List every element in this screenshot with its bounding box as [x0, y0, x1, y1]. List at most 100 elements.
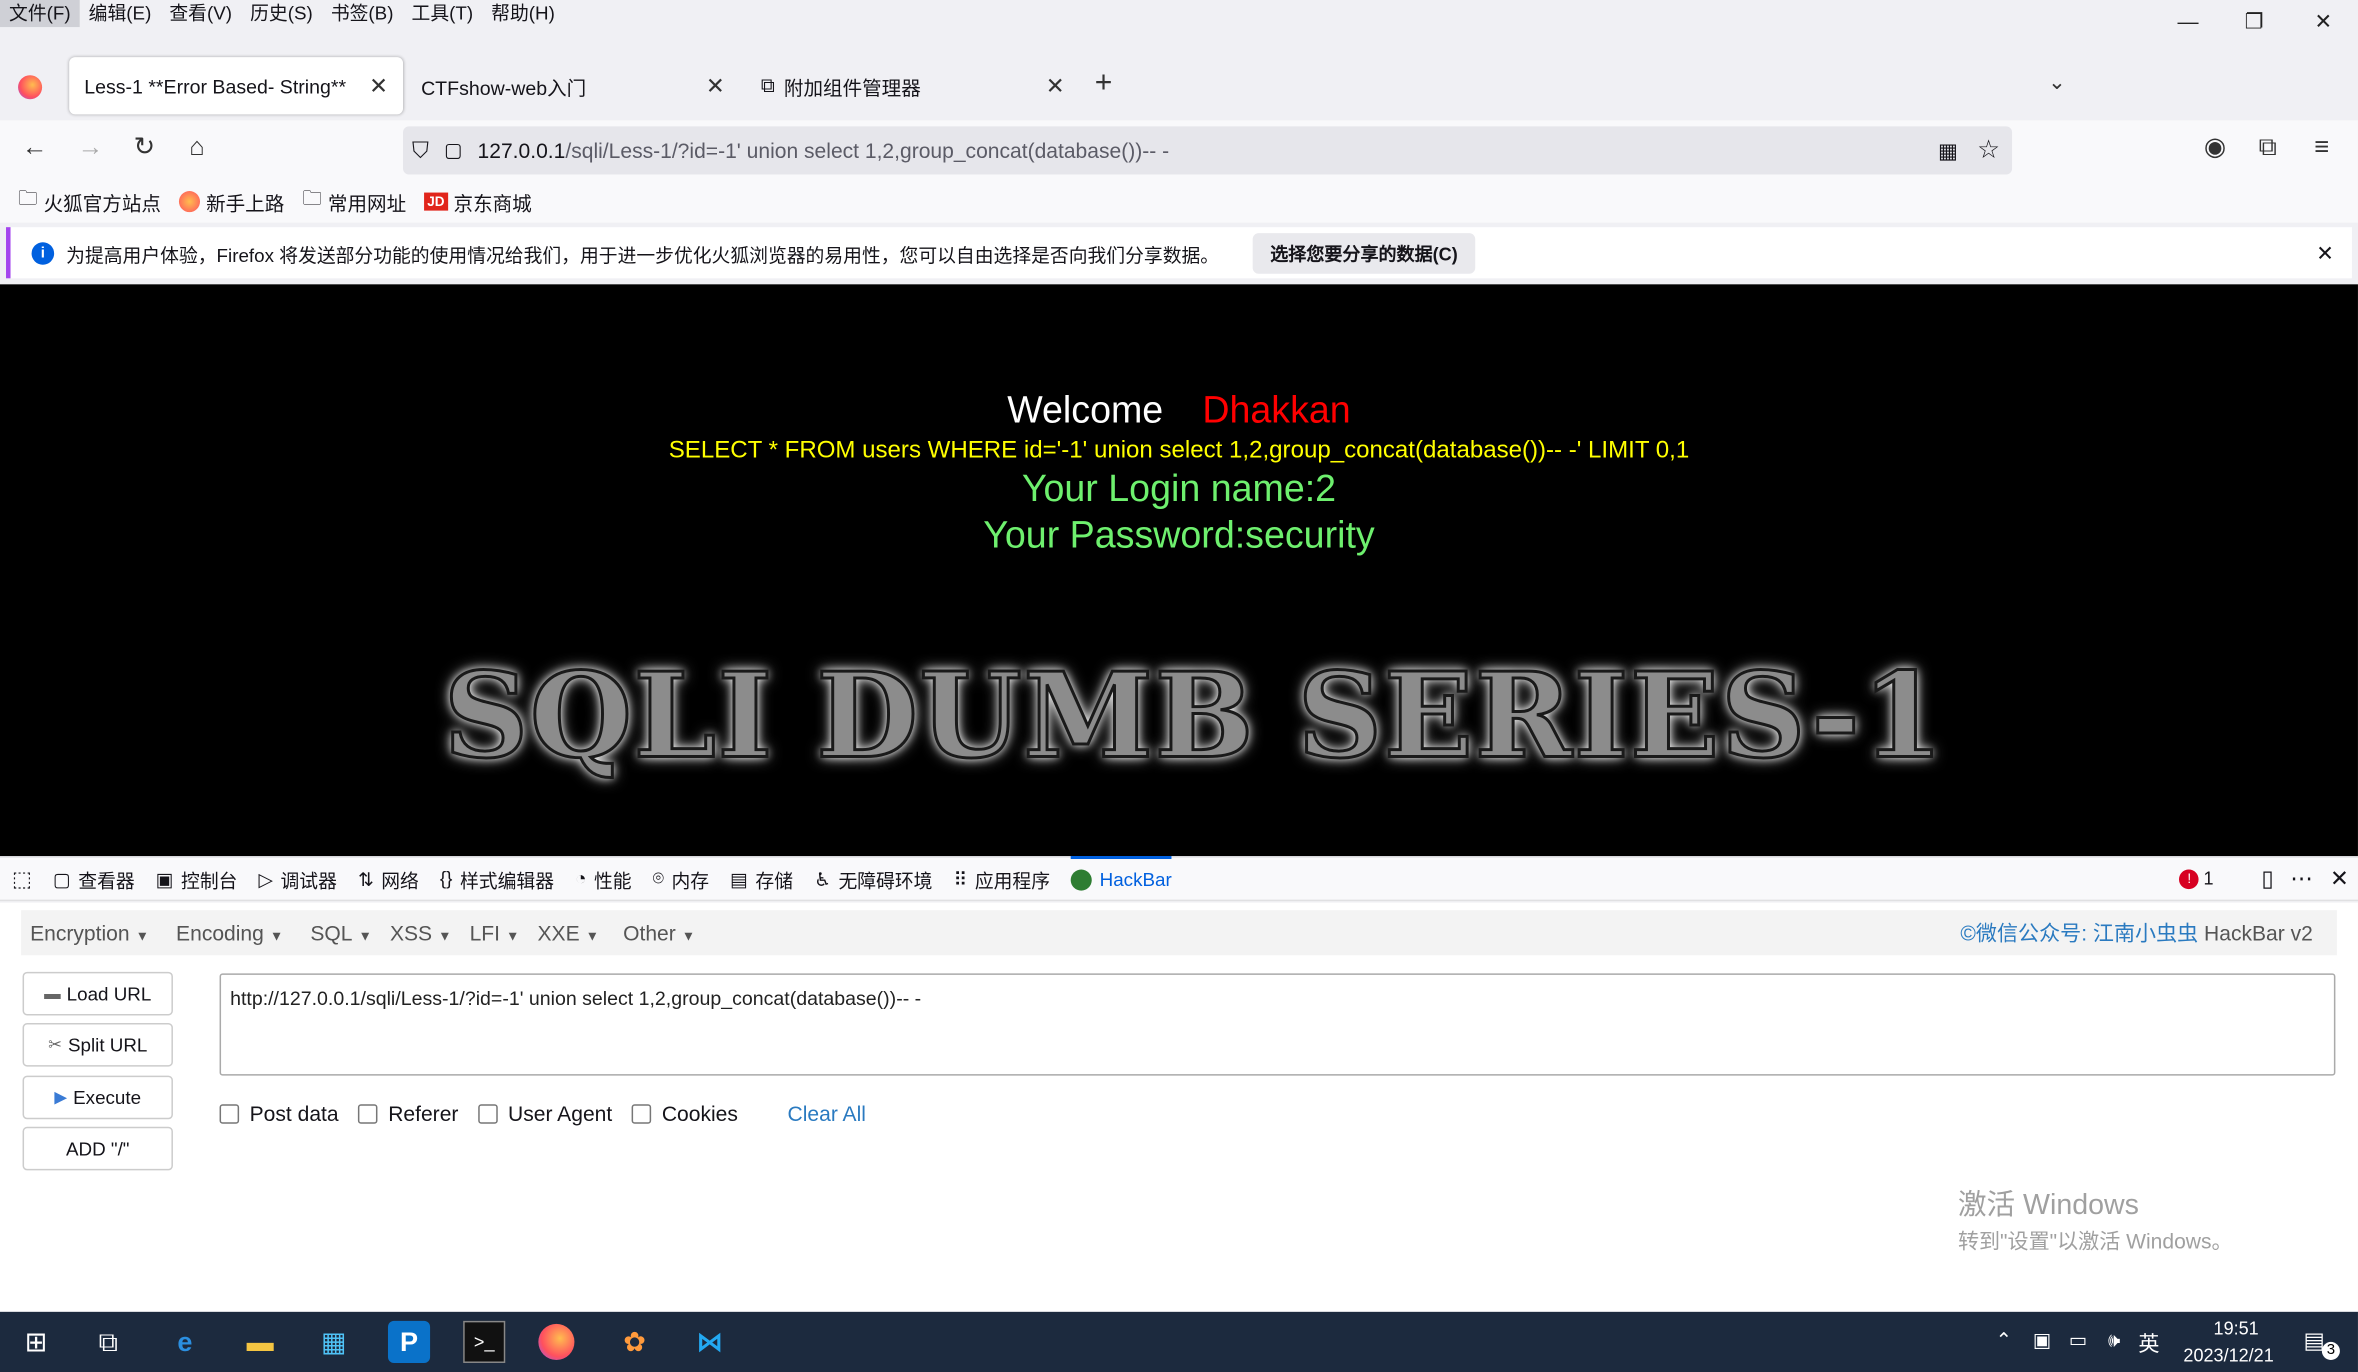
- menu-view[interactable]: 查看(V): [160, 0, 241, 27]
- menu-lfi[interactable]: LFI ▼: [470, 921, 520, 945]
- extensions-icon[interactable]: ⧉: [2248, 132, 2287, 162]
- store-icon[interactable]: ▦: [313, 1321, 355, 1363]
- file-explorer-icon[interactable]: ▬: [239, 1321, 281, 1363]
- bookmark-common-sites[interactable]: 🗀 常用网址: [302, 185, 406, 218]
- tab-network[interactable]: ⇅ 网络: [358, 864, 419, 893]
- tab-accessibility[interactable]: ♿ 无障碍环境: [814, 864, 932, 893]
- pick-element-icon[interactable]: ⬚: [12, 866, 32, 892]
- menu-label: LFI: [469, 920, 501, 945]
- clock-time[interactable]: 19:51: [2214, 1318, 2259, 1339]
- firefox-taskbar-icon[interactable]: [538, 1323, 575, 1360]
- tray-chevron-icon[interactable]: ⌃: [1996, 1328, 2012, 1352]
- close-tab-icon[interactable]: ✕: [369, 72, 388, 100]
- edge-icon[interactable]: e: [164, 1321, 206, 1363]
- close-devtools-icon[interactable]: ✕: [2330, 865, 2349, 893]
- bookmark-getting-started[interactable]: 新手上路: [178, 187, 284, 216]
- tab-application[interactable]: ⠿ 应用程序: [954, 864, 1051, 893]
- add-slash-button[interactable]: ADD "/": [22, 1126, 173, 1171]
- app-icon[interactable]: ✿: [614, 1321, 656, 1363]
- shield-icon[interactable]: ⛉: [412, 138, 429, 164]
- notification-count: 3: [2321, 1341, 2340, 1360]
- minimize-icon[interactable]: —: [2165, 9, 2210, 33]
- menu-history[interactable]: 历史(S): [241, 0, 322, 27]
- ime-indicator[interactable]: 英: [2138, 1328, 2159, 1358]
- menu-encoding[interactable]: Encoding ▼: [176, 921, 283, 945]
- account-icon[interactable]: ◉: [2196, 132, 2235, 162]
- menu-help[interactable]: 帮助(H): [482, 0, 564, 27]
- tab-storage[interactable]: ▤ 存储: [730, 864, 793, 893]
- close-tab-icon[interactable]: ✕: [1046, 72, 1065, 100]
- share-data-button[interactable]: 选择您要分享的数据(C): [1252, 232, 1476, 274]
- firefox-icon: [178, 191, 201, 213]
- tab-memory[interactable]: ⌾ 内存: [653, 864, 709, 893]
- tab-debugger[interactable]: ▷ 调试器: [258, 864, 336, 893]
- tab-style-editor[interactable]: {} 样式编辑器: [440, 864, 554, 893]
- home-icon[interactable]: ⌂: [177, 132, 216, 162]
- qr-code-icon[interactable]: ▦: [1938, 138, 1958, 164]
- tab-ctfshow[interactable]: CTFshow-web入门 ✕: [406, 57, 740, 114]
- restore-icon[interactable]: ❐: [2232, 9, 2277, 35]
- caret-down-icon: ▼: [269, 928, 284, 944]
- close-notice-icon[interactable]: ✕: [2316, 240, 2334, 266]
- clear-all-link[interactable]: Clear All: [788, 1101, 866, 1125]
- list-tabs-icon[interactable]: ⌄: [2048, 69, 2066, 95]
- menu-xss[interactable]: XSS ▼: [390, 921, 452, 945]
- bookmark-firefox-site[interactable]: 🗀 火狐官方站点: [18, 185, 161, 218]
- devtools-tab-label: 样式编辑器: [459, 870, 555, 892]
- cookies-checkbox[interactable]: [631, 1103, 652, 1124]
- menu-file[interactable]: 文件(F): [0, 0, 80, 28]
- menu-encryption[interactable]: Encryption ▼: [30, 921, 149, 945]
- terminal-icon[interactable]: >_: [463, 1320, 506, 1363]
- more-options-icon[interactable]: ⋯: [2290, 865, 2313, 893]
- url-bar[interactable]: ⛉ ▢ 127.0.0.1 /sqli/Less-1/?id=-1' union…: [403, 126, 2013, 175]
- option-label: Cookies: [661, 1101, 738, 1126]
- referer-option[interactable]: Referer: [358, 1101, 458, 1125]
- responsive-design-icon[interactable]: ▯: [2261, 865, 2273, 893]
- volume-icon[interactable]: 🕪: [2108, 1328, 2120, 1352]
- menu-edit[interactable]: 编辑(E): [80, 0, 161, 27]
- new-tab-icon[interactable]: +: [1095, 66, 1113, 101]
- network-tray-icon[interactable]: ▭: [2069, 1328, 2087, 1352]
- menu-sql[interactable]: SQL ▼: [310, 921, 372, 945]
- referer-checkbox[interactable]: [358, 1103, 378, 1124]
- menu-label: SQL: [310, 920, 353, 945]
- close-tab-icon[interactable]: ✕: [706, 72, 725, 100]
- cookies-option[interactable]: Cookies: [631, 1101, 738, 1126]
- user-agent-checkbox[interactable]: [477, 1103, 498, 1124]
- close-window-icon[interactable]: ✕: [2301, 9, 2346, 35]
- menu-icon[interactable]: ≡: [2302, 132, 2341, 162]
- tab-performance[interactable]: ◔ 性能: [575, 864, 632, 893]
- menu-tools[interactable]: 工具(T): [403, 0, 483, 27]
- hackbar-url-textarea[interactable]: http://127.0.0.1/sqli/Less-1/?id=-1' uni…: [219, 973, 2336, 1076]
- pycharm-icon[interactable]: P: [387, 1320, 431, 1363]
- error-counter[interactable]: ! 1: [2179, 868, 2214, 889]
- split-url-button[interactable]: ✂ Split URL: [22, 1022, 173, 1067]
- bookmark-jd[interactable]: JD 京东商城: [424, 187, 532, 216]
- tab-inspector[interactable]: ▢ 查看器: [53, 864, 135, 893]
- post-data-option[interactable]: Post data: [219, 1101, 339, 1125]
- vscode-icon[interactable]: ⋈: [689, 1321, 731, 1363]
- user-agent-option[interactable]: User Agent: [477, 1101, 612, 1125]
- clock-date[interactable]: 2023/12/21: [2183, 1345, 2273, 1366]
- tab-console[interactable]: ▣ 控制台: [156, 864, 238, 893]
- execute-button[interactable]: ▶ Execute: [22, 1075, 173, 1120]
- error-icon: !: [2179, 868, 2200, 889]
- load-url-button[interactable]: ▬ Load URL: [22, 971, 173, 1016]
- tab-hackbar[interactable]: HackBar: [1071, 856, 1172, 901]
- star-icon[interactable]: ☆: [1977, 135, 2000, 165]
- windows-start-icon[interactable]: ⊞: [15, 1321, 57, 1363]
- menu-bookmarks[interactable]: 书签(B): [322, 0, 403, 27]
- menu-xxe[interactable]: XXE ▼: [537, 921, 599, 945]
- firefox-view-icon[interactable]: [18, 75, 43, 100]
- forward-icon[interactable]: →: [71, 132, 110, 162]
- credit-name[interactable]: 江南小虫虫: [2093, 921, 2198, 945]
- tab-addons[interactable]: ⧉ 附加组件管理器 ✕: [746, 57, 1080, 114]
- task-view-icon[interactable]: ⧉: [87, 1321, 129, 1363]
- back-icon[interactable]: ←: [15, 132, 54, 162]
- reload-icon[interactable]: ↻: [125, 132, 164, 162]
- tray-app-icon[interactable]: ▣: [2033, 1328, 2051, 1352]
- tab-less1[interactable]: Less-1 **Error Based- String** ✕: [69, 57, 404, 115]
- menu-other[interactable]: Other ▼: [623, 921, 695, 945]
- credit-suffix: HackBar v2: [2198, 920, 2313, 945]
- post-data-checkbox[interactable]: [219, 1103, 240, 1124]
